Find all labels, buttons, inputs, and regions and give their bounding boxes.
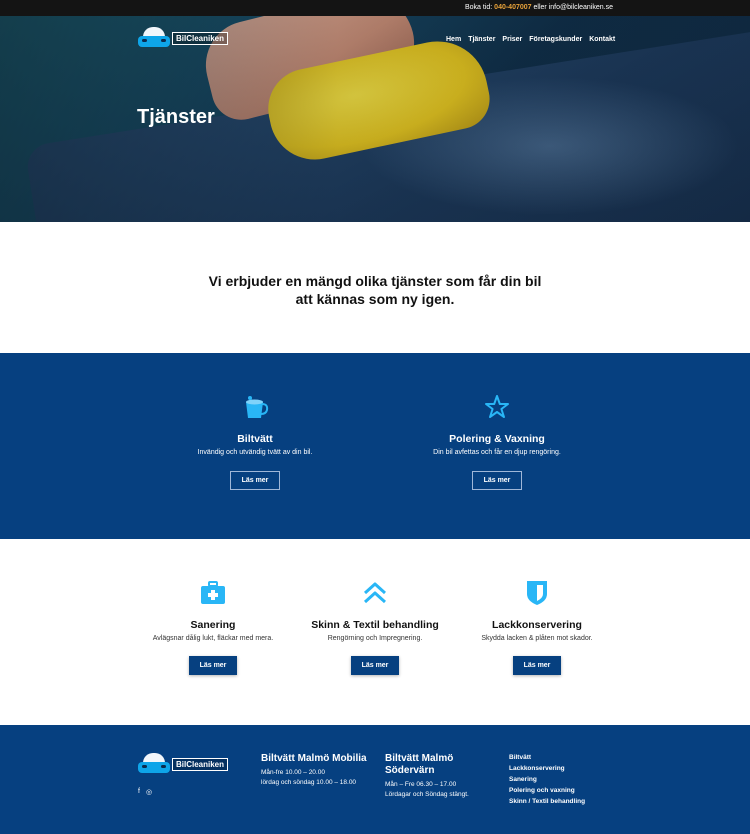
nav-item-hem[interactable]: Hem	[446, 36, 461, 43]
footer-link-lackkonservering[interactable]: Lackkonservering	[509, 763, 585, 774]
footer-link-biltvatt[interactable]: Biltvätt	[509, 752, 585, 763]
services-section-white: Sanering Avlägsnar dålig lukt, fläckar m…	[0, 539, 750, 725]
nav-item-tjanster[interactable]: Tjänster	[468, 36, 495, 43]
email-link[interactable]: info@bilcleaniken.se	[549, 4, 613, 11]
service-description: Skydda lacken & plåten mot skador.	[481, 635, 593, 642]
footer-link-sanering[interactable]: Sanering	[509, 774, 585, 785]
service-description: Din bil avfettas och får en djup rengöri…	[433, 449, 561, 456]
social-links: f ◎	[138, 788, 152, 796]
bucket-icon	[241, 393, 269, 421]
top-bar: Boka tid: 040-407007 eller info@bilclean…	[0, 0, 750, 16]
car-logo-icon	[138, 27, 170, 49]
car-logo-icon	[138, 753, 170, 775]
footer: BilCleaniken f ◎ Biltvätt Malmö Mobilia …	[0, 725, 750, 834]
read-more-button[interactable]: Läs mer	[512, 656, 562, 675]
nav-item-priser[interactable]: Priser	[502, 36, 522, 43]
service-description: Invändig och utvändig tvätt av din bil.	[197, 449, 313, 456]
read-more-button[interactable]: Läs mer	[350, 656, 400, 675]
service-card-sanering: Sanering Avlägsnar dålig lukt, fläckar m…	[123, 579, 303, 675]
service-title: Skinn & Textil behandling	[311, 619, 439, 631]
first-aid-kit-icon	[199, 579, 227, 607]
opening-hours-line: Mån-fre 10.00 – 20.00	[261, 769, 325, 776]
footer-location-sodervarn: Biltvätt Malmö Södervärn Mån – Fre 06.30…	[385, 753, 495, 800]
service-description: Rengörning och Impregnering.	[327, 635, 423, 642]
phone-link[interactable]: 040-407007	[494, 4, 531, 11]
read-more-button[interactable]: Läs mer	[471, 471, 523, 490]
service-title: Biltvätt	[237, 433, 273, 445]
footer-service-links: Biltvätt Lackkonservering Sanering Poler…	[509, 752, 585, 807]
star-icon	[483, 393, 511, 421]
shield-icon	[523, 579, 551, 607]
or-label: eller	[533, 4, 547, 11]
logo-text: BilCleaniken	[172, 757, 229, 771]
facebook-icon[interactable]: f	[138, 788, 140, 796]
header-logo[interactable]: BilCleaniken	[138, 27, 229, 49]
read-more-button[interactable]: Läs mer	[229, 471, 281, 490]
footer-link-skinn-textil[interactable]: Skinn / Textil behandling	[509, 796, 585, 807]
instagram-icon[interactable]: ◎	[146, 788, 152, 796]
main-nav: Hem Tjänster Priser Företagskunder Konta…	[446, 36, 615, 43]
location-title: Biltvätt Malmö Mobilia	[261, 753, 367, 764]
opening-hours-line: Mån – Fre 06.30 – 17.00	[385, 781, 457, 788]
intro-section: Vi erbjuder en mängd olika tjänster som …	[0, 222, 750, 353]
double-chevron-up-icon	[361, 579, 389, 607]
services-section-blue: Biltvätt Invändig och utvändig tvätt av …	[0, 353, 750, 539]
read-more-button[interactable]: Läs mer	[188, 656, 238, 675]
opening-hours-line: lördag och söndag 10.00 – 18.00	[261, 779, 357, 786]
footer-link-polering[interactable]: Polering och vaxning	[509, 785, 585, 796]
opening-hours-line: Lördagar och Söndag stängt.	[385, 791, 469, 798]
service-title: Polering & Vaxning	[449, 433, 545, 445]
service-description: Avlägsnar dålig lukt, fläckar med mera.	[152, 635, 274, 642]
nav-item-kontakt[interactable]: Kontakt	[589, 36, 615, 43]
service-title: Lackkonservering	[492, 619, 582, 631]
location-title: Biltvätt Malmö Södervärn	[385, 753, 454, 776]
service-card-skinn-textil: Skinn & Textil behandling Rengörning och…	[285, 579, 465, 675]
hero-overlay	[0, 16, 750, 222]
hero-banner: BilCleaniken Hem Tjänster Priser Företag…	[0, 16, 750, 222]
footer-location-mobilia: Biltvätt Malmö Mobilia Mån-fre 10.00 – 2…	[261, 753, 371, 788]
booking-label: Boka tid:	[464, 4, 493, 11]
service-card-lackkonservering: Lackkonservering Skydda lacken & plåten …	[447, 579, 627, 675]
nav-item-foretagskunder[interactable]: Företagskunder	[529, 36, 582, 43]
top-contact: Boka tid: 040-407007 eller info@bilclean…	[465, 4, 613, 11]
footer-logo[interactable]: BilCleaniken	[138, 753, 229, 775]
service-card-biltvatt: Biltvätt Invändig och utvändig tvätt av …	[155, 393, 355, 490]
page-title: Tjänster	[137, 106, 215, 128]
service-title: Sanering	[190, 619, 236, 631]
logo-text: BilCleaniken	[172, 31, 229, 45]
intro-text: Vi erbjuder en mängd olika tjänster som …	[208, 273, 542, 307]
service-card-polering: Polering & Vaxning Din bil avfettas och …	[397, 393, 597, 490]
